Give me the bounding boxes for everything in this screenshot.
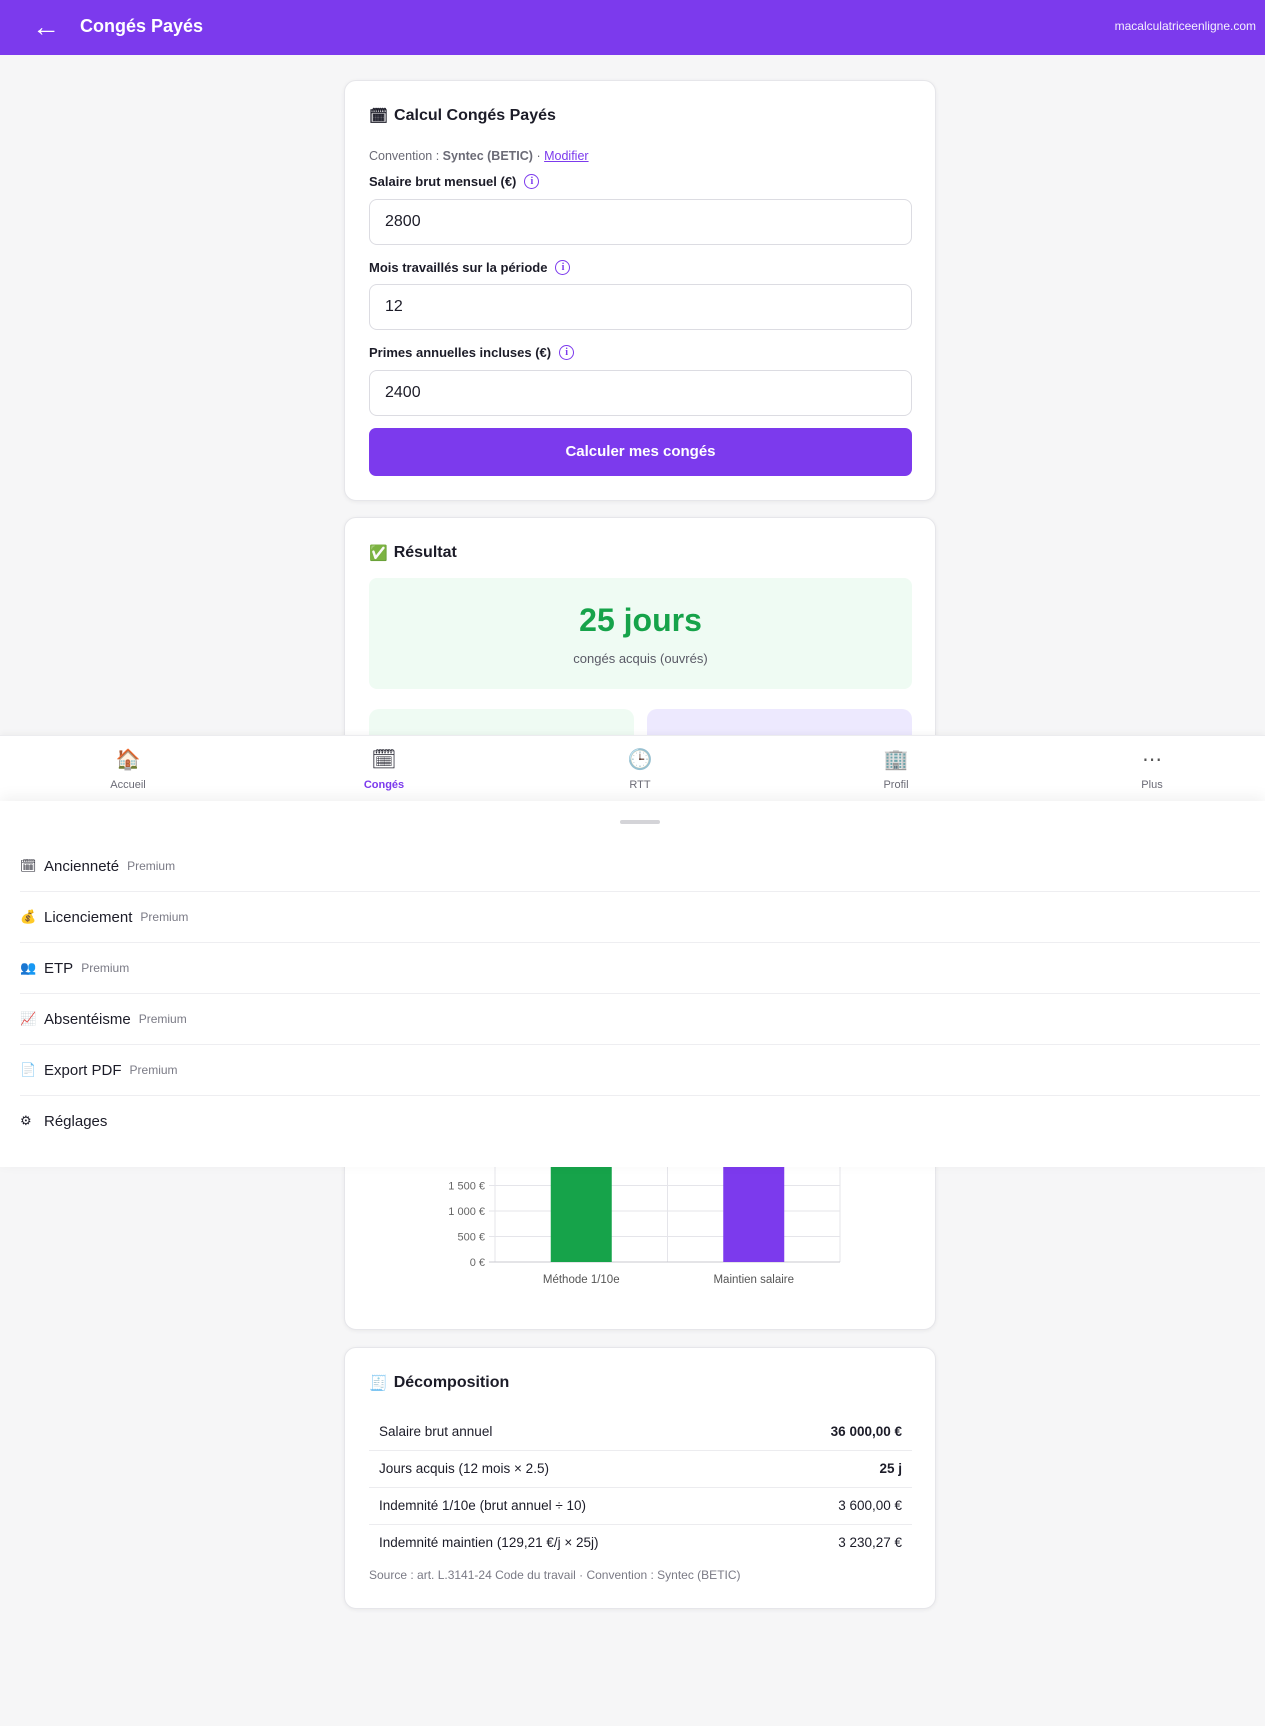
chart-bar — [723, 1167, 785, 1262]
nav-label: Profil — [883, 779, 909, 791]
decomposition-card: 🧾 Décomposition Salaire brut annuel 36 0… — [344, 1347, 936, 1609]
y-tick-label: 1 500 € — [448, 1181, 485, 1193]
convention-name: Syntec (BETIC) — [442, 149, 533, 163]
menu-item-anciennete[interactable]: 🗓 Ancienneté Premium — [20, 841, 1260, 892]
bottom-nav: 🏠 Accueil 🗓 Congés 🕒 RTT 🏢 Profil ⋯ Plus — [0, 735, 1265, 801]
sheet-drag-handle[interactable] — [620, 820, 660, 824]
menu-item-label: Absentéisme — [44, 1010, 131, 1028]
modify-convention-link[interactable]: Modifier — [544, 149, 588, 163]
result-subtitle: congés acquis (ouvrés) — [573, 651, 708, 666]
menu-item-label: ETP — [44, 959, 74, 977]
app-header: ← Congés Payés macalculatriceenligne.com — [0, 0, 1265, 55]
salary-label: Salaire brut mensuel (€) i — [369, 174, 540, 189]
months-label-text: Mois travaillés sur la période — [369, 260, 548, 275]
calculator-title: 🗓 Calcul Congés Payés — [369, 107, 556, 125]
table-row: Jours acquis (12 mois × 2.5) 25 j — [369, 1450, 912, 1488]
nav-label: Plus — [1141, 779, 1163, 791]
menu-item-reglages[interactable]: ⚙ Réglages — [20, 1096, 1260, 1147]
premium-badge: Premium — [127, 859, 176, 873]
menu-item-licenciement[interactable]: 💰 Licenciement Premium — [20, 892, 1260, 943]
office-building-icon: 🏢 — [883, 747, 909, 771]
premium-badge: Premium — [81, 961, 130, 975]
x-tick-label: Maintien salaire — [713, 1274, 794, 1286]
source-note: Source : art. L.3141-24 Code du travail … — [369, 1568, 741, 1582]
bonus-label-text: Primes annuelles incluses (€) — [369, 345, 552, 360]
nav-label: Congés — [363, 779, 405, 791]
menu-item-absenteisme[interactable]: 📈 Absentéisme Premium — [20, 994, 1260, 1045]
menu-item-label: Licenciement — [44, 908, 133, 926]
calendar-icon: 🗓 — [371, 747, 397, 771]
money-bag-icon: 💰 — [20, 909, 37, 925]
convention-line: Convention : Syntec (BETIC) · Modifier — [369, 149, 589, 163]
clock-icon: 🕒 — [627, 747, 653, 771]
y-tick-label: 500 € — [457, 1232, 485, 1244]
months-input[interactable]: 12 — [369, 284, 912, 330]
menu-item-label: Export PDF — [44, 1061, 122, 1079]
row-label: Indemnité maintien (129,21 €/j × 25j) — [379, 1535, 599, 1551]
gear-icon: ⚙ — [20, 1114, 32, 1129]
salary-input[interactable]: 2800 — [369, 199, 912, 245]
table-row: Indemnité 1/10e (brut annuel ÷ 10) 3 600… — [369, 1487, 912, 1525]
nav-item-rtt[interactable]: 🕒 RTT — [590, 746, 690, 791]
nav-item-conges[interactable]: 🗓 Congés — [334, 746, 434, 791]
premium-badge: Premium — [140, 910, 189, 924]
menu-item-export-pdf[interactable]: 📄 Export PDF Premium — [20, 1045, 1260, 1096]
document-icon: 📄 — [20, 1062, 37, 1078]
page-title: Congés Payés — [80, 16, 204, 36]
table-row: Indemnité maintien (129,21 €/j × 25j) 3 … — [369, 1524, 912, 1561]
convention-prefix: Convention : — [369, 149, 440, 163]
info-icon[interactable]: i — [555, 260, 571, 275]
site-name[interactable]: macalculatriceenligne.com — [1115, 19, 1256, 33]
bonus-label: Primes annuelles incluses (€) i — [369, 345, 575, 360]
people-icon: 👥 — [20, 960, 37, 976]
premium-badge: Premium — [129, 1063, 178, 1077]
receipt-icon: 🧾 — [369, 1374, 388, 1392]
table-row: Salaire brut annuel 36 000,00 € — [369, 1413, 912, 1451]
row-value: 3 600,00 € — [762, 1487, 912, 1525]
menu-item-label: Ancienneté — [44, 857, 120, 875]
calendar-icon: 🗓 — [20, 858, 37, 874]
nav-item-plus[interactable]: ⋯ Plus — [1102, 746, 1202, 791]
row-label: Indemnité 1/10e (brut annuel ÷ 10) — [369, 1487, 763, 1525]
nav-label: Accueil — [110, 779, 146, 791]
row-label: Jours acquis (12 mois × 2.5) — [369, 1450, 763, 1488]
back-arrow-icon[interactable]: ← — [32, 10, 60, 44]
salary-label-text: Salaire brut mensuel (€) — [369, 174, 517, 189]
row-value: 36 000,00 € — [762, 1413, 912, 1451]
chart-bar — [550, 1167, 612, 1262]
row-value: 3 230,27 € — [838, 1535, 902, 1551]
convention-separator: · — [536, 149, 541, 163]
calculator-title-text: Calcul Congés Payés — [394, 107, 556, 124]
decomposition-table: Salaire brut annuel 36 000,00 € Jours ac… — [369, 1413, 912, 1561]
more-menu-sheet: 🗓 Ancienneté Premium 💰 Licenciement Prem… — [0, 801, 1265, 1167]
house-icon: 🏠 — [115, 747, 141, 771]
chart-increasing-icon: 📈 — [20, 1011, 37, 1027]
info-icon[interactable]: i — [559, 345, 575, 360]
menu-item-label: Réglages — [44, 1113, 108, 1130]
row-value: 25 j — [762, 1450, 912, 1488]
decomposition-title: 🧾 Décomposition — [369, 1374, 509, 1392]
result-highlight: 25 jours congés acquis (ouvrés) — [369, 578, 912, 689]
calendar-icon: 🗓 — [369, 107, 389, 125]
nav-label: RTT — [629, 779, 651, 791]
premium-badge: Premium — [138, 1012, 187, 1026]
y-tick-label: 1 000 € — [448, 1206, 485, 1218]
y-tick-label: 0 € — [470, 1257, 485, 1269]
nav-item-accueil[interactable]: 🏠 Accueil — [78, 746, 178, 791]
result-title: ✅ Résultat — [369, 544, 457, 562]
calculator-card: 🗓 Calcul Congés Payés Convention : Synte… — [344, 80, 936, 501]
checkmark-icon: ✅ — [369, 544, 388, 562]
info-icon[interactable]: i — [524, 174, 540, 189]
menu-item-etp[interactable]: 👥 ETP Premium — [20, 943, 1260, 994]
months-label: Mois travaillés sur la période i — [369, 260, 571, 275]
calculate-button[interactable]: Calculer mes congés — [369, 428, 912, 476]
more-dots-icon: ⋯ — [1142, 747, 1162, 771]
result-title-text: Résultat — [393, 544, 457, 561]
x-tick-label: Méthode 1/10e — [543, 1274, 620, 1286]
decomposition-title-text: Décomposition — [393, 1374, 510, 1391]
row-label: Salaire brut annuel — [369, 1413, 763, 1451]
nav-item-profil[interactable]: 🏢 Profil — [846, 746, 946, 791]
bonus-input[interactable]: 2400 — [369, 370, 912, 416]
result-days: 25 jours — [579, 602, 702, 638]
